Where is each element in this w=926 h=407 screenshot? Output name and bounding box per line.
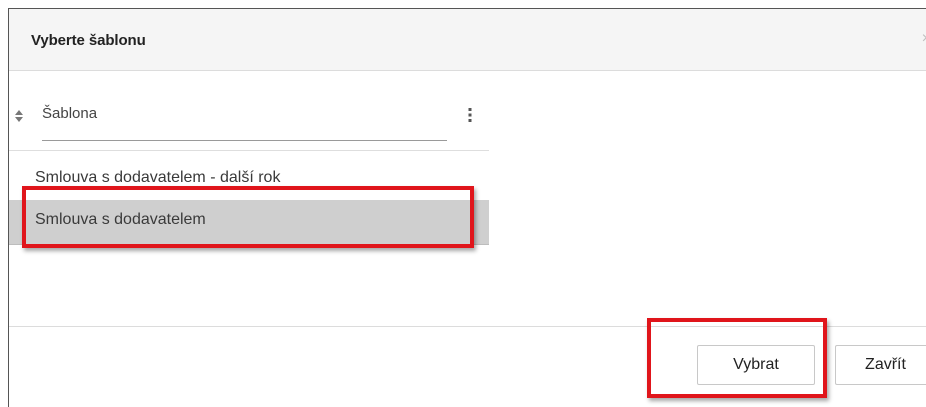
select-button[interactable]: Vybrat <box>697 345 815 385</box>
list-item-label: Smlouva s dodavatelem <box>35 211 206 228</box>
dialog-title: Vyberte šablonu <box>31 32 146 49</box>
column-filter-underline <box>42 140 447 141</box>
column-header-label: Šablona <box>42 105 98 122</box>
list-item-selected[interactable]: Smlouva s dodavatelem <box>9 200 489 245</box>
close-icon[interactable]: × <box>922 31 926 47</box>
close-button[interactable]: Zavřít <box>835 345 926 385</box>
dialog-header: Vyberte šablonu × <box>9 9 926 71</box>
header-divider <box>9 150 489 151</box>
column-header-sablona[interactable]: Šablona <box>9 72 489 151</box>
sort-icon[interactable] <box>14 109 24 128</box>
footer-divider <box>9 326 926 327</box>
select-template-dialog: Vyberte šablonu × Šablona Smlouva s doda… <box>8 8 926 407</box>
list-item[interactable]: Smlouva s dodavatelem - další rok <box>9 158 489 203</box>
list-item-label: Smlouva s dodavatelem - další rok <box>35 169 281 186</box>
vertical-ellipsis-icon[interactable] <box>468 107 472 128</box>
